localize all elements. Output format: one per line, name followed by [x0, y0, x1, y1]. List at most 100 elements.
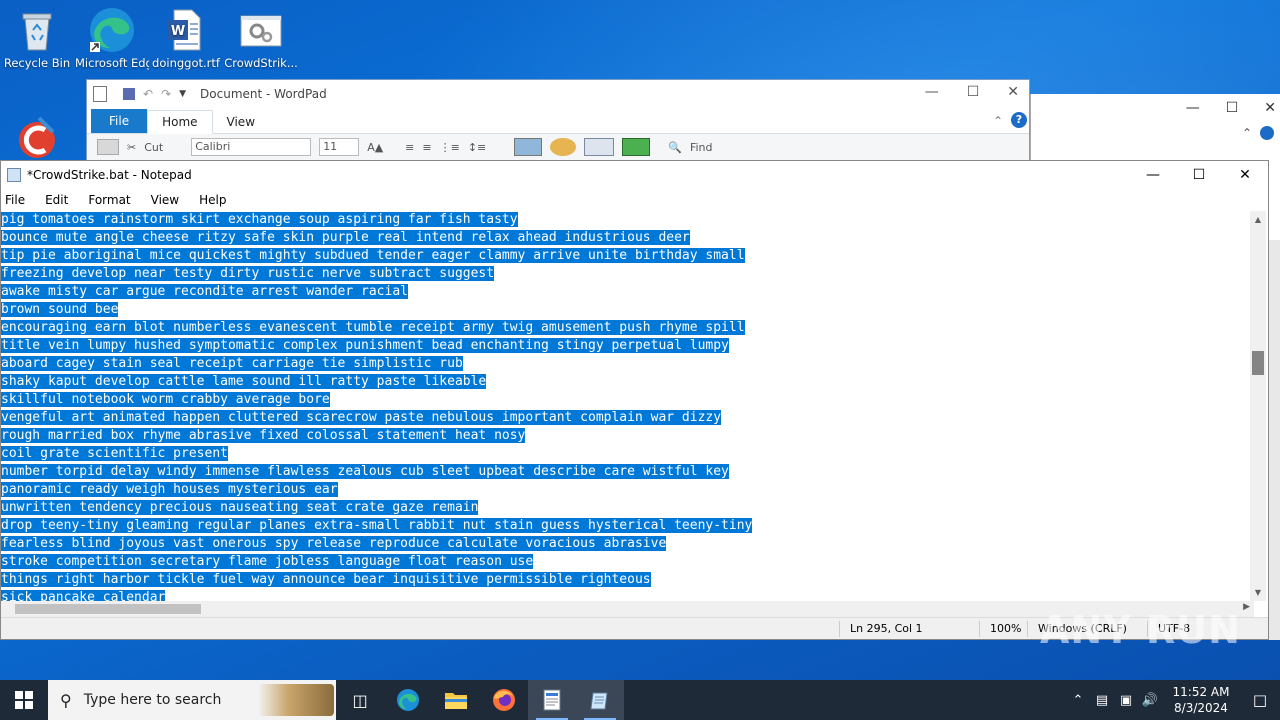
- desktop-icon-ccleaner[interactable]: [0, 110, 74, 164]
- insert-object-icon[interactable]: [622, 138, 651, 156]
- text-line: bounce mute angle cheese ritzy safe skin…: [1, 230, 690, 245]
- volume-icon[interactable]: 🔊: [1138, 693, 1162, 708]
- taskbar-edge[interactable]: [384, 680, 432, 720]
- help-icon[interactable]: ?: [1011, 112, 1027, 128]
- text-line: brown sound bee: [1, 302, 119, 317]
- tray-overflow-chevron-icon[interactable]: ⌃: [1066, 693, 1090, 708]
- notepad-window: *CrowdStrike.bat - Notepad — ☐ ✕ File Ed…: [0, 160, 1269, 640]
- outdent-icon[interactable]: ≡: [422, 141, 431, 154]
- windows-icon: [15, 691, 33, 709]
- indent-icon[interactable]: ≡: [405, 141, 414, 154]
- desktop-icon-recycle-bin[interactable]: Recycle Bin: [0, 2, 74, 70]
- edge-icon: [88, 6, 136, 54]
- network-icon[interactable]: ▤: [1090, 693, 1114, 708]
- tab-view[interactable]: View: [213, 111, 269, 133]
- taskbar-search[interactable]: ⚲ Type here to search: [48, 680, 336, 720]
- notepad-title: *CrowdStrike.bat - Notepad: [27, 168, 192, 182]
- datetime-icon[interactable]: [584, 138, 615, 156]
- task-view-icon: ◫: [352, 690, 368, 710]
- menu-help[interactable]: Help: [199, 193, 234, 207]
- find-icon[interactable]: 🔍: [668, 141, 682, 154]
- help-icon[interactable]: [1260, 126, 1274, 140]
- tab-home[interactable]: Home: [147, 110, 213, 134]
- ccleaner-icon: [13, 114, 61, 162]
- notepad-app-icon: [7, 168, 21, 182]
- search-placeholder: Type here to search: [83, 692, 222, 708]
- menu-format[interactable]: Format: [88, 193, 138, 207]
- text-line: stroke competition secretary flame joble…: [1, 554, 534, 569]
- scrollbar[interactable]: [1268, 240, 1280, 640]
- notepad-icon: [590, 692, 608, 710]
- paint-icon[interactable]: [550, 138, 577, 156]
- list-icon[interactable]: ⋮≡: [440, 141, 460, 154]
- scrollbar-thumb[interactable]: [15, 604, 201, 614]
- text-line: skillful notebook worm crabby average bo…: [1, 392, 330, 407]
- text-line: unwritten tendency precious nauseating s…: [1, 500, 479, 515]
- close-icon[interactable]: ✕: [1264, 100, 1276, 116]
- clock[interactable]: 11:52 AM 8/3/2024: [1162, 684, 1240, 716]
- scroll-down-icon[interactable]: ▼: [1250, 588, 1266, 597]
- collapse-ribbon-icon[interactable]: ⌃: [993, 114, 1003, 128]
- status-position: Ln 295, Col 1: [839, 621, 979, 637]
- picture-icon[interactable]: [514, 138, 543, 156]
- status-zoom: 100%: [979, 621, 1027, 637]
- text-line: drop teeny-tiny gleaming regular planes …: [1, 518, 753, 533]
- desktop-icon-label: doinggot.rtf: [152, 56, 220, 70]
- close-icon[interactable]: ✕: [1222, 161, 1268, 189]
- taskbar-wordpad[interactable]: [528, 680, 576, 720]
- menu-view[interactable]: View: [151, 193, 187, 207]
- collapse-ribbon-icon[interactable]: ⌃: [1242, 126, 1252, 140]
- scroll-right-icon[interactable]: ▶: [1243, 602, 1250, 612]
- ethernet-icon[interactable]: ▣: [1114, 693, 1138, 708]
- system-tray: ⌃ ▤ ▣ 🔊 11:52 AM 8/3/2024 □: [1066, 680, 1280, 720]
- minimize-icon[interactable]: —: [925, 84, 939, 100]
- settings-file-icon: [237, 6, 285, 54]
- text-line: aboard cagey stain seal receipt carriage…: [1, 356, 463, 371]
- menu-edit[interactable]: Edit: [45, 193, 76, 207]
- text-editor[interactable]: pig tomatoes rainstorm skirt exchange so…: [1, 211, 1254, 601]
- text-line: encouraging earn blot numberless evanesc…: [1, 320, 745, 335]
- scrollbar-thumb[interactable]: [1252, 351, 1264, 375]
- font-family-select[interactable]: Calibri: [191, 138, 312, 156]
- word-document-icon: W: [162, 6, 210, 54]
- cut-button[interactable]: Cut: [144, 141, 163, 154]
- desktop-icon-label: Microsoft Edge: [75, 56, 149, 70]
- undo-icon[interactable]: ↶: [143, 87, 153, 101]
- scroll-up-icon[interactable]: ▲: [1250, 215, 1266, 224]
- taskbar-file-explorer[interactable]: [432, 680, 480, 720]
- wordpad-window: ↶ ↷ ▼ Document - WordPad — ☐ ✕ File Home…: [86, 79, 1030, 161]
- task-view-button[interactable]: ◫: [336, 680, 384, 720]
- maximize-icon[interactable]: ☐: [1226, 100, 1239, 116]
- minimize-icon[interactable]: —: [1186, 100, 1200, 116]
- minimize-icon[interactable]: —: [1130, 161, 1176, 189]
- tab-file[interactable]: File: [91, 109, 148, 133]
- save-icon[interactable]: [123, 88, 135, 100]
- start-button[interactable]: [0, 680, 48, 720]
- text-line: awake misty car argue recondite arrest w…: [1, 284, 408, 299]
- text-line: freezing develop near testy dirty rustic…: [1, 266, 495, 281]
- search-icon: ⚲: [60, 690, 72, 710]
- desktop-icon-crowdstrike[interactable]: CrowdStrik...: [224, 2, 298, 70]
- line-spacing-icon[interactable]: ↕≡: [468, 141, 486, 154]
- font-size-select[interactable]: 11: [319, 138, 360, 156]
- desktop-icon-doinggot-rtf[interactable]: W doinggot.rtf: [149, 2, 223, 70]
- firefox-icon: [493, 689, 515, 711]
- text-line: things right harbor tickle fuel way anno…: [1, 572, 651, 587]
- vertical-scrollbar[interactable]: ▲ ▼: [1250, 211, 1266, 601]
- clock-time: 11:52 AM: [1172, 685, 1230, 699]
- find-button[interactable]: Find: [690, 141, 713, 154]
- close-icon[interactable]: ✕: [1007, 84, 1019, 100]
- cut-icon[interactable]: ✂: [127, 141, 136, 154]
- maximize-icon[interactable]: ☐: [967, 84, 980, 100]
- text-line: rough married box rhyme abrasive fixed c…: [1, 428, 526, 443]
- notification-icon[interactable]: □: [1240, 691, 1280, 709]
- maximize-icon[interactable]: ☐: [1176, 161, 1222, 189]
- taskbar-notepad[interactable]: [576, 680, 624, 720]
- paste-icon[interactable]: [97, 139, 119, 155]
- quick-access-dropdown-icon[interactable]: ▼: [179, 89, 186, 99]
- taskbar-firefox[interactable]: [480, 680, 528, 720]
- grow-font-icon[interactable]: A▲: [367, 141, 383, 154]
- redo-icon[interactable]: ↷: [161, 87, 171, 101]
- menu-file[interactable]: File: [5, 193, 33, 207]
- desktop-icon-edge[interactable]: Microsoft Edge: [75, 2, 149, 70]
